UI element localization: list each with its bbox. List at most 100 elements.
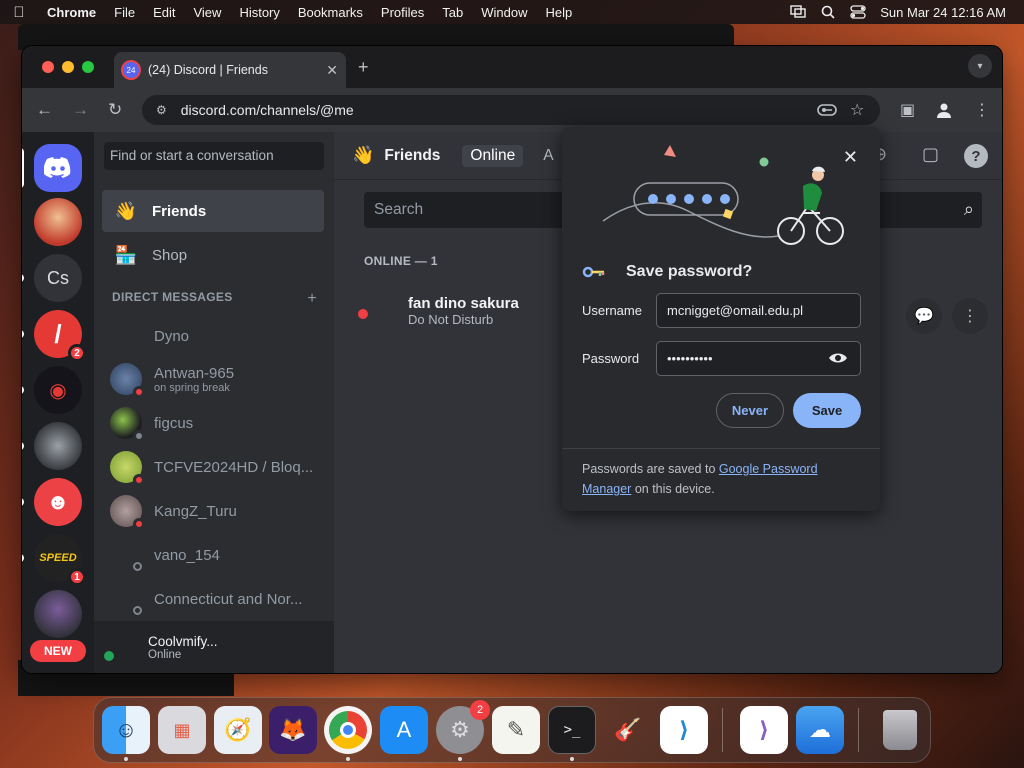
bookmark-star-icon[interactable]: ☆ (850, 100, 864, 120)
password-label: Password (582, 351, 640, 366)
mention-badge: 2 (68, 344, 86, 362)
weather-icon[interactable]: ☁ (796, 706, 844, 754)
forward-icon[interactable]: → (72, 100, 89, 120)
tab-search-chevron-icon[interactable]: ▾ (968, 54, 992, 78)
footer-text-end: on this device. (631, 482, 715, 496)
menu-edit[interactable]: Edit (144, 5, 184, 20)
help-icon[interactable]: ? (964, 144, 988, 168)
address-bar[interactable]: ⚙ discord.com/channels/@me (142, 95, 880, 125)
save-button[interactable]: Save (793, 393, 861, 428)
vscode-icon[interactable]: ⟩ (660, 706, 708, 754)
chrome-menu-icon[interactable]: ⋮ (974, 100, 990, 120)
clock[interactable]: Sun Mar 24 12:16 AM (880, 5, 1006, 20)
never-button[interactable]: Never (716, 393, 784, 428)
server-icon-robot[interactable]: ☻ (22, 478, 82, 526)
message-friend-icon[interactable]: 💬 (906, 298, 942, 334)
launchpad-icon[interactable]: ▦ (158, 706, 206, 754)
online-count-header: ONLINE — 1 (364, 254, 438, 268)
password-key-icon[interactable] (817, 103, 837, 117)
menu-file[interactable]: File (105, 5, 144, 20)
reload-icon[interactable]: ↻ (108, 100, 122, 120)
safari-icon[interactable]: 🧭 (214, 706, 262, 754)
browser-toolbar: ← → ↻ ⚙ discord.com/channels/@me ☆ ▣ ⋮ (22, 88, 1002, 132)
server-icon-avatar[interactable] (34, 590, 82, 638)
screen-mirroring-icon[interactable] (790, 5, 806, 19)
username-value: mcnigget@omail.edu.pl (667, 303, 804, 318)
server-icon-red[interactable]: / 2 (22, 310, 86, 362)
close-tab-icon[interactable]: ✕ (326, 62, 338, 79)
tab-discord[interactable]: 24 (24) Discord | Friends ✕ (114, 52, 346, 88)
server-icon-group[interactable] (22, 422, 82, 470)
sidebar-item-friends[interactable]: 👋 Friends (102, 190, 324, 232)
textedit-icon[interactable]: ✎ (492, 706, 540, 754)
app-store-icon[interactable]: A (380, 706, 428, 754)
dm-name: Dyno (154, 327, 190, 345)
url-text[interactable]: discord.com/channels/@me (181, 102, 354, 118)
direct-messages-header: DIRECT MESSAGES + (112, 290, 317, 308)
tab-online[interactable]: Online (462, 144, 524, 167)
finder-icon[interactable]: ☺ (102, 706, 150, 754)
save-password-dialog: ✕ Save password? Username mcnigget@omail… (562, 127, 880, 511)
dm-item[interactable]: vano_154 (102, 534, 324, 576)
user-status: Online (148, 648, 182, 661)
site-info-icon[interactable]: ⚙ (156, 103, 167, 117)
menu-bookmarks[interactable]: Bookmarks (289, 5, 372, 20)
dialog-footer: Passwords are saved to Google Password M… (582, 459, 862, 499)
find-conversation-button[interactable]: Find or start a conversation (104, 142, 324, 170)
control-center-icon[interactable] (850, 5, 866, 19)
side-panel-icon[interactable]: ▣ (900, 100, 915, 120)
visual-studio-icon[interactable]: ⟩ (740, 706, 788, 754)
new-group-dm-icon[interactable]: ▢ (922, 144, 939, 165)
profile-icon[interactable] (935, 101, 953, 119)
search-placeholder: Search (374, 201, 424, 218)
garageband-icon[interactable]: 🎸 (604, 706, 652, 754)
server-icon-mouth[interactable] (34, 198, 82, 246)
firefox-icon[interactable]: 🦊 (269, 706, 317, 754)
dm-item[interactable]: KangZ_Turu (102, 490, 324, 532)
new-tab-icon[interactable]: + (358, 57, 369, 78)
password-value: •••••••••• (667, 351, 713, 366)
running-indicator (124, 757, 128, 761)
tab-all[interactable]: A (535, 145, 561, 167)
chrome-icon[interactable] (324, 706, 372, 754)
menu-history[interactable]: History (230, 5, 288, 20)
username-field[interactable]: mcnigget@omail.edu.pl (656, 293, 861, 328)
dm-item[interactable]: Connecticut and Nor... (102, 578, 324, 620)
back-icon[interactable]: ← (36, 100, 53, 120)
dm-name: Connecticut and Nor... (154, 590, 303, 608)
menu-profiles[interactable]: Profiles (372, 5, 433, 20)
footer-text: Passwords are saved to (582, 462, 719, 476)
close-window-button[interactable] (42, 61, 54, 73)
create-dm-plus-icon[interactable]: + (307, 290, 317, 308)
menu-help[interactable]: Help (537, 5, 582, 20)
menu-view[interactable]: View (184, 5, 230, 20)
password-field[interactable]: •••••••••• (656, 341, 861, 376)
trash-icon[interactable] (876, 706, 924, 754)
avatar (110, 451, 145, 486)
avatar (110, 583, 142, 615)
zoom-window-button[interactable] (82, 61, 94, 73)
menu-bar:  Chrome File Edit View History Bookmark… (0, 0, 1024, 24)
server-icon-mask[interactable]: ◉ (22, 366, 82, 414)
discord-home-icon[interactable] (22, 144, 82, 192)
menu-window[interactable]: Window (472, 5, 536, 20)
system-settings-icon[interactable]: ⚙ 2 (436, 700, 490, 754)
dm-item[interactable]: Dyno (102, 315, 324, 357)
spotlight-search-icon[interactable] (820, 5, 836, 19)
minimize-window-button[interactable] (62, 61, 74, 73)
apple-menu-icon[interactable]:  (0, 4, 38, 21)
dm-item[interactable]: figcus (102, 402, 324, 444)
avatar (110, 539, 142, 571)
server-icon-cs[interactable]: Cs (22, 254, 82, 302)
menu-tab[interactable]: Tab (433, 5, 472, 20)
more-options-icon[interactable]: ⋮ (952, 298, 988, 334)
sidebar-item-shop[interactable]: 🏪 Shop (102, 234, 324, 276)
terminal-icon[interactable]: >_ (548, 706, 596, 754)
user-panel[interactable]: Coolvmify... Online (94, 621, 334, 673)
menu-app-name[interactable]: Chrome (38, 5, 105, 20)
dm-item[interactable]: Antwan-965 on spring break (102, 358, 324, 400)
dm-item[interactable]: TCFVE2024HD / Bloq... (102, 446, 324, 488)
show-password-eye-icon[interactable] (828, 350, 848, 366)
dnd-status-icon (133, 518, 145, 530)
server-icon-speed[interactable]: SPEED 1 (22, 534, 86, 586)
